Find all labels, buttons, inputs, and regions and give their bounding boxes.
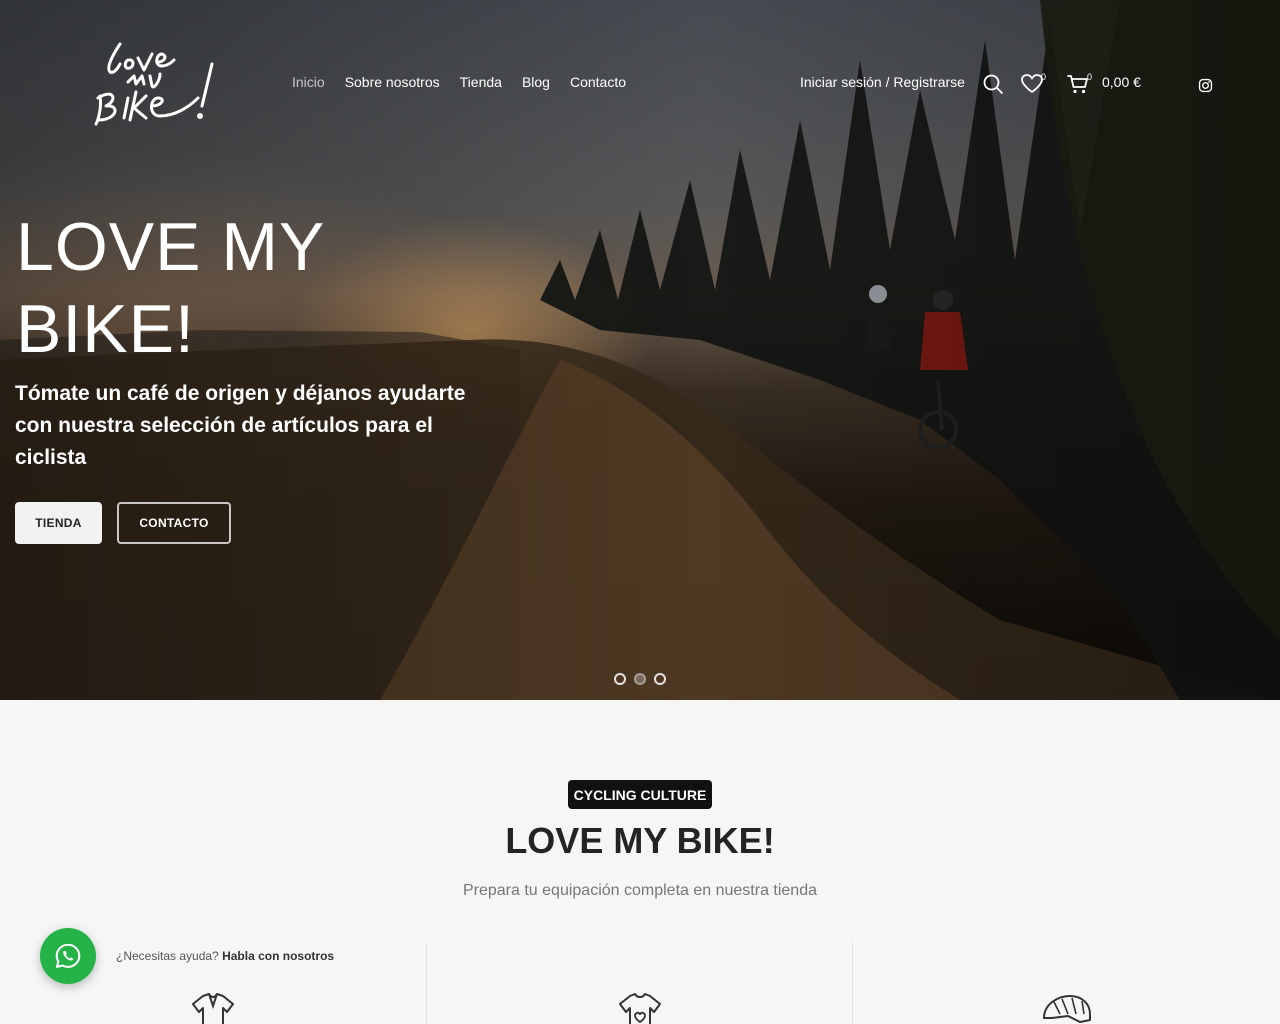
slider-dot-2[interactable] bbox=[634, 673, 646, 685]
wishlist-count-badge: 0 bbox=[1041, 72, 1047, 82]
slider-pagination bbox=[614, 673, 666, 685]
column-divider bbox=[426, 942, 427, 1024]
contact-button[interactable]: CONTACTO bbox=[117, 502, 231, 544]
whatsapp-prompt-cta: Habla con nosotros bbox=[222, 949, 335, 963]
login-register-link[interactable]: Iniciar sesión / Registrarse bbox=[800, 74, 965, 90]
site-logo[interactable] bbox=[88, 36, 228, 132]
hero-subtitle: Tómate un café de origen y déjanos ayuda… bbox=[15, 382, 466, 469]
whatsapp-prompt[interactable]: ¿Necesitas ayuda? Habla con nosotros bbox=[116, 949, 335, 963]
nav-item-tienda[interactable]: Tienda bbox=[460, 74, 502, 90]
helmet-icon bbox=[1043, 995, 1091, 1023]
jersey-icon bbox=[192, 993, 234, 1024]
nav-item-contacto[interactable]: Contacto bbox=[570, 74, 626, 90]
whatsapp-button[interactable] bbox=[40, 928, 96, 984]
tshirt-heart-icon bbox=[619, 993, 661, 1024]
slider-dot-1[interactable] bbox=[614, 673, 626, 685]
main-nav: Inicio Sobre nosotros Tienda Blog Contac… bbox=[292, 74, 626, 90]
section-tag: CYCLING CULTURE bbox=[568, 780, 712, 809]
section-title: LOVE MY BIKE! bbox=[505, 820, 775, 861]
slider-dot-3[interactable] bbox=[654, 673, 666, 685]
whatsapp-icon bbox=[55, 943, 81, 968]
hero-slider: Inicio Sobre nosotros Tienda Blog Contac… bbox=[0, 0, 1280, 700]
column-divider bbox=[852, 942, 853, 1024]
instagram-icon[interactable] bbox=[1198, 78, 1213, 93]
nav-item-inicio[interactable]: Inicio bbox=[292, 74, 325, 90]
shop-button[interactable]: TIENDA bbox=[15, 502, 102, 544]
nav-item-sobre-nosotros[interactable]: Sobre nosotros bbox=[345, 74, 440, 90]
cart-count-badge: 0 bbox=[1087, 72, 1093, 82]
whatsapp-prompt-question: ¿Necesitas ayuda? bbox=[116, 949, 219, 963]
section-subtitle: Prepara tu equipación completa en nuestr… bbox=[462, 882, 817, 899]
search-icon[interactable] bbox=[981, 72, 1005, 96]
hero-title: LOVE MY BIKE! bbox=[16, 209, 325, 367]
cart-total[interactable]: 0,00 € bbox=[1102, 74, 1141, 90]
nav-item-blog[interactable]: Blog bbox=[522, 74, 550, 90]
